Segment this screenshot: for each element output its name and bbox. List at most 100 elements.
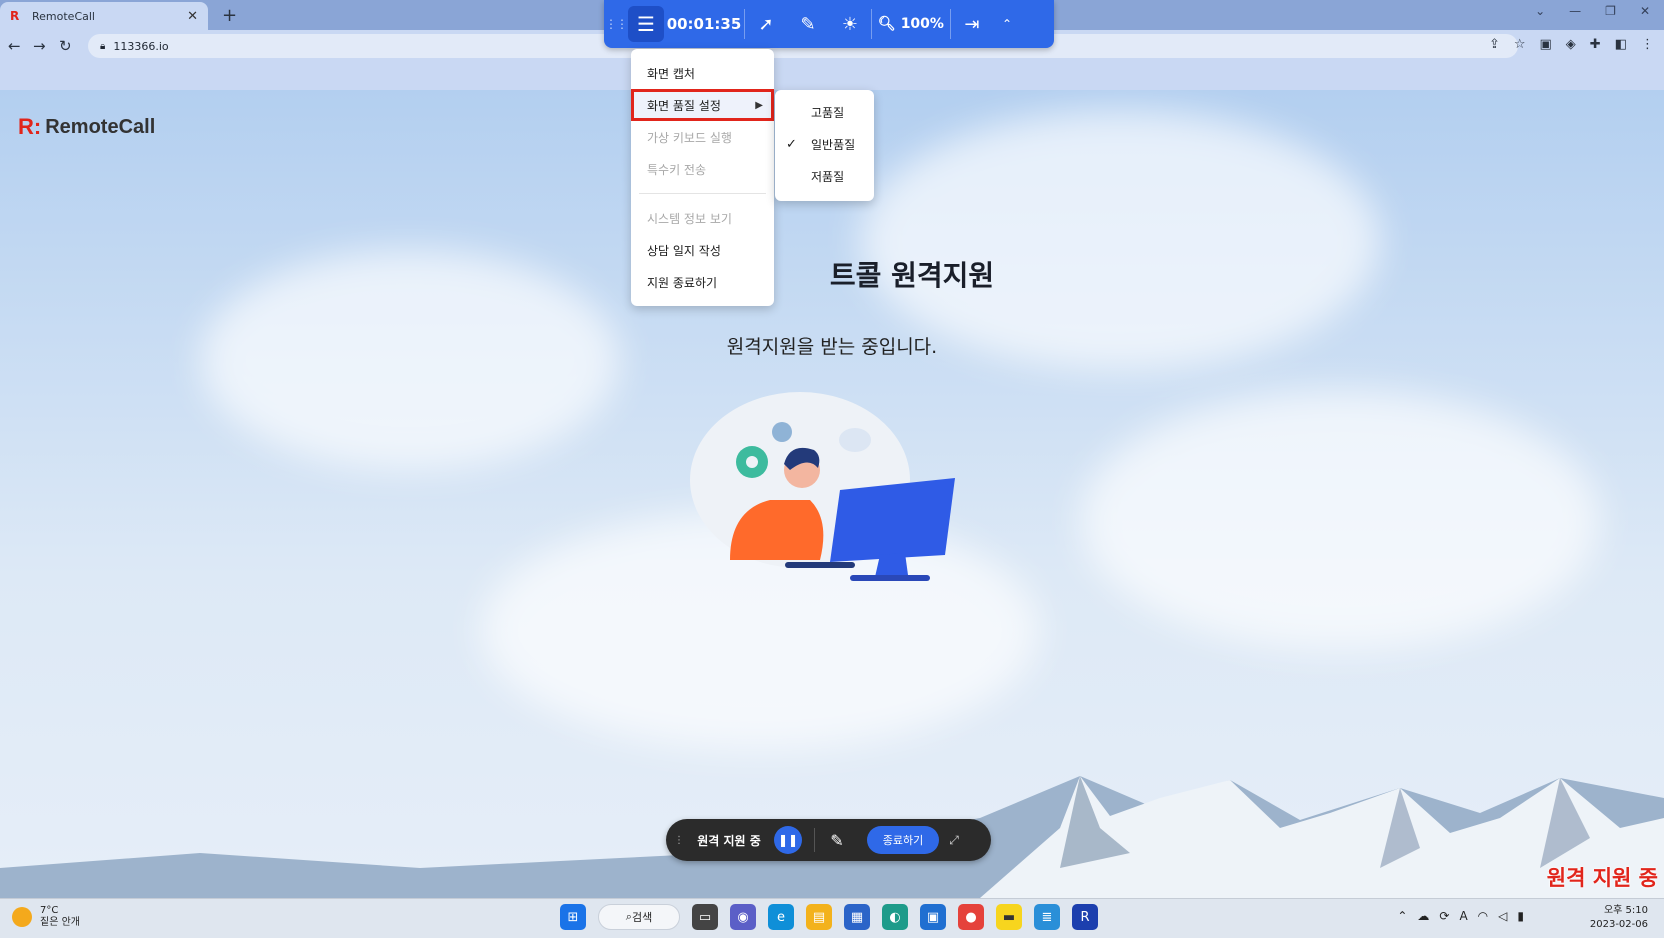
- wifi-icon[interactable]: ◠: [1478, 909, 1488, 923]
- weather-sun-icon: [12, 907, 32, 927]
- tab-search-icon[interactable]: ⌄: [1535, 4, 1545, 18]
- weather-description: 짙은 안개: [40, 917, 80, 928]
- page-title-text: 트콜 원격지원: [829, 259, 995, 292]
- taskbar-apps: ⊞ ⌕ 검색 ▭ ◉ e ▤ ▦ ◐ ▣ ● ▬ ≣ R: [560, 904, 1098, 930]
- minimize-button[interactable]: —: [1569, 4, 1581, 18]
- side-panel-icon[interactable]: ◧: [1615, 37, 1627, 52]
- menu-item-label: 화면 품질 설정: [647, 98, 721, 113]
- back-arrow-icon[interactable]: ←: [8, 37, 21, 55]
- end-session-button[interactable]: 종료하기: [867, 826, 939, 854]
- lock-icon: 🔒︎: [100, 40, 106, 52]
- weather-widget[interactable]: 7°C 짙은 안개: [12, 905, 80, 929]
- windows-taskbar: 7°C 짙은 안개 ⊞ ⌕ 검색 ▭ ◉ e ▤ ▦ ◐ ▣ ● ▬ ≣ R ⌃…: [0, 898, 1664, 938]
- submenu-item-label: 저품질: [811, 169, 845, 184]
- menu-item-system-info: 시스템 정보 보기: [631, 202, 774, 234]
- submenu-item-label: 일반품질: [811, 137, 856, 152]
- remote-desktop-icon[interactable]: ▣: [920, 904, 946, 930]
- edge-browser-icon[interactable]: e: [768, 904, 794, 930]
- share-icon[interactable]: ⇪: [1489, 37, 1500, 52]
- drag-handle-icon[interactable]: ⋮: [666, 835, 684, 846]
- window-controls: ⌄ — ❐ ✕: [1535, 4, 1664, 18]
- bookmark-star-icon[interactable]: ☆: [1514, 37, 1526, 52]
- extension-icon-1[interactable]: ▣: [1540, 37, 1552, 52]
- laser-pointer-icon[interactable]: ☀: [829, 14, 871, 35]
- taskbar-clock[interactable]: 오후 5:10 2023-02-06: [1590, 904, 1648, 932]
- teams-chat-icon[interactable]: ◉: [730, 904, 756, 930]
- checkmark-icon: ✓: [786, 136, 797, 152]
- submenu-item-label: 고품질: [811, 105, 845, 120]
- notepad-icon[interactable]: ≣: [1034, 904, 1060, 930]
- menu-item-special-key: 특수키 전송: [631, 153, 774, 185]
- menu-divider: [639, 193, 766, 194]
- more-menu-icon[interactable]: ⋮: [1641, 37, 1654, 52]
- menu-item-label: 지원 종료하기: [647, 275, 718, 290]
- cloud-shape: [860, 110, 1380, 370]
- zoom-button[interactable]: 🔍︎ 100%: [872, 16, 950, 32]
- kakaotalk-icon[interactable]: ▬: [996, 904, 1022, 930]
- restore-button[interactable]: ❐: [1605, 4, 1616, 18]
- menu-item-screen-quality[interactable]: 화면 품질 설정 ▶: [631, 89, 774, 121]
- collapse-chevron-up-icon[interactable]: ⌃: [993, 17, 1021, 31]
- expand-icon[interactable]: ⤢: [939, 833, 969, 848]
- caret-right-icon: ▶: [755, 99, 763, 111]
- onedrive-cloud-icon[interactable]: ☁: [1417, 909, 1429, 923]
- session-timer: 00:01:35: [666, 15, 742, 33]
- menu-item-screen-capture[interactable]: 화면 캡처: [631, 57, 774, 89]
- address-bar-actions: ⇪ ☆ ▣ ◈ ✚ ◧ ⋮: [1489, 37, 1654, 52]
- close-window-button[interactable]: ✕: [1640, 4, 1650, 18]
- speaker-muted-icon[interactable]: ◁: [1498, 909, 1507, 923]
- page-title: 트콜 원격지원: [0, 254, 1664, 294]
- toolbar-dropdown-menu: 화면 캡처 화면 품질 설정 ▶ 가상 키보드 실행 특수키 전송 시스템 정보 …: [631, 49, 774, 306]
- pen-icon[interactable]: ✎: [815, 831, 859, 850]
- close-tab-icon[interactable]: ✕: [187, 9, 198, 24]
- submenu-item-high-quality[interactable]: 고품질: [775, 96, 874, 128]
- page-subtitle: 원격지원을 받는 중입니다.: [726, 336, 938, 358]
- pause-button[interactable]: ❚❚: [774, 826, 802, 854]
- logo-text: RemoteCall: [45, 115, 156, 138]
- submenu-item-low-quality[interactable]: 저품질: [775, 160, 874, 192]
- browser-tab[interactable]: R RemoteCall ✕: [0, 2, 208, 30]
- pointer-icon[interactable]: ➚: [745, 14, 787, 35]
- remotecall-logo: R: RemoteCall: [18, 114, 155, 140]
- menu-item-label: 상담 일지 작성: [647, 243, 721, 258]
- clock-date: 2023-02-06: [1589, 919, 1648, 930]
- task-view-icon[interactable]: ▭: [692, 904, 718, 930]
- url-text: 113366.io: [113, 39, 169, 53]
- extension-icon-2[interactable]: ◈: [1566, 37, 1576, 52]
- battery-icon[interactable]: ▮: [1517, 909, 1524, 923]
- menu-item-virtual-keyboard: 가상 키보드 실행: [631, 121, 774, 153]
- cloud-shape: [1080, 390, 1600, 650]
- microsoft-store-icon[interactable]: ▦: [844, 904, 870, 930]
- support-agent-illustration: [690, 392, 955, 581]
- status-label: 원격 지원 중: [697, 833, 761, 848]
- taskbar-search-button[interactable]: ⌕ 검색: [598, 904, 680, 930]
- extensions-puzzle-icon[interactable]: ✚: [1590, 37, 1601, 52]
- exit-icon[interactable]: ⇥: [951, 14, 993, 35]
- menu-item-end-support[interactable]: 지원 종료하기: [631, 266, 774, 298]
- submenu-item-normal-quality[interactable]: ✓ 일반품질: [775, 128, 874, 160]
- new-tab-button[interactable]: +: [222, 5, 237, 26]
- sync-icon[interactable]: ⟳: [1439, 909, 1449, 923]
- remotecall-app-icon[interactable]: R: [1072, 904, 1098, 930]
- drag-handle-icon[interactable]: ⋮⋮: [604, 17, 628, 31]
- zoom-level: 100%: [900, 16, 944, 32]
- reload-icon[interactable]: ↻: [59, 37, 72, 55]
- menu-item-label: 시스템 정보 보기: [647, 211, 732, 226]
- hamburger-menu-button[interactable]: ☰: [628, 6, 664, 42]
- menu-item-consult-log[interactable]: 상담 일지 작성: [631, 234, 774, 266]
- clock-time: 오후 5:10: [1603, 905, 1648, 916]
- ime-language-icon[interactable]: A: [1459, 909, 1467, 923]
- windows-start-icon[interactable]: ⊞: [560, 904, 586, 930]
- menu-item-label: 가상 키보드 실행: [647, 130, 732, 145]
- tab-title: RemoteCall: [32, 9, 95, 23]
- forward-arrow-icon[interactable]: →: [33, 37, 46, 55]
- app-icon[interactable]: ◐: [882, 904, 908, 930]
- menu-item-label: 특수키 전송: [647, 162, 707, 177]
- pen-icon[interactable]: ✎: [787, 14, 829, 35]
- remote-toolbar: ⋮⋮ ☰ 00:01:35 ➚ ✎ ☀ 🔍︎ 100% ⇥ ⌃: [604, 0, 1054, 48]
- tray-chevron-up-icon[interactable]: ⌃: [1397, 909, 1407, 923]
- chrome-icon[interactable]: ●: [958, 904, 984, 930]
- remotecall-favicon-icon: R: [10, 9, 20, 23]
- file-explorer-icon[interactable]: ▤: [806, 904, 832, 930]
- remote-page: R: RemoteCall 트콜 원격지원 원격지원을 받는 중입니다. 원격 …: [0, 90, 1664, 898]
